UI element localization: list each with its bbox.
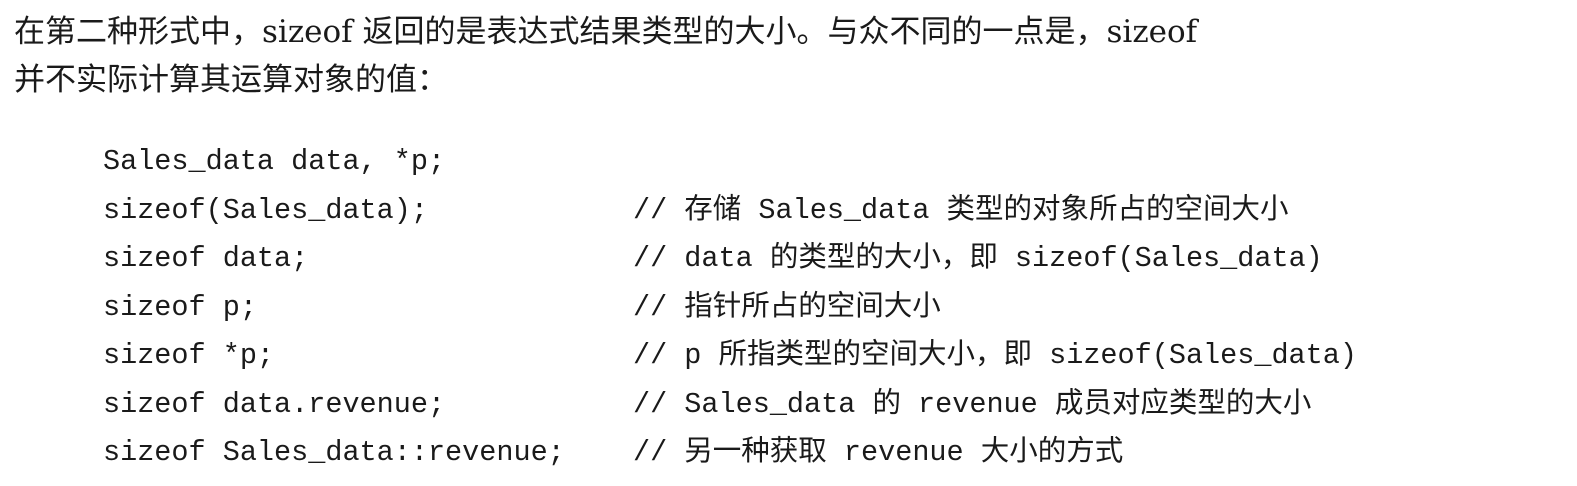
- code-comment: // data 的类型的大小，即 sizeof(Sales_data): [633, 242, 1323, 275]
- code-line: sizeof data; // data 的类型的大小，即 sizeof(Sal…: [103, 235, 1553, 284]
- code-statement: Sales_data data, *p;: [103, 145, 446, 178]
- code-statement: sizeof data.revenue;: [103, 387, 446, 421]
- body-paragraph: 在第二种形式中，sizeof 返回的是表达式结果类型的大小。与众不同的一点是，s…: [14, 8, 1564, 104]
- code-line: Sales_data data, *p;: [103, 138, 1553, 187]
- code-comment: // p 所指类型的空间大小，即 sizeof(Sales_data): [633, 339, 1357, 372]
- paragraph-line-1: 在第二种形式中，sizeof 返回的是表达式结果类型的大小。与众不同的一点是，s…: [14, 14, 1198, 50]
- code-comment: // 另一种获取 revenue 大小的方式: [633, 436, 1124, 469]
- code-statement: sizeof data;: [103, 242, 309, 275]
- code-comment: // 指针所占的空间大小: [633, 290, 941, 324]
- code-statement: sizeof p;: [103, 290, 257, 324]
- code-statement: sizeof *p;: [103, 339, 275, 372]
- code-comment: // 存储 Sales_data 类型的对象所占的空间大小: [633, 193, 1289, 227]
- code-statement: sizeof Sales_data::revenue;: [103, 436, 565, 469]
- document-page: 在第二种形式中，sizeof 返回的是表达式结果类型的大小。与众不同的一点是，s…: [0, 0, 1577, 486]
- code-line: sizeof *p; // p 所指类型的空间大小，即 sizeof(Sales…: [103, 332, 1553, 381]
- code-statement: sizeof(Sales_data);: [103, 193, 428, 227]
- code-line: sizeof Sales_data::revenue; // 另一种获取 rev…: [103, 429, 1553, 478]
- code-line: sizeof data.revenue; // Sales_data 的 rev…: [103, 381, 1553, 430]
- code-line: sizeof p; // 指针所占的空间大小: [103, 284, 1553, 333]
- paragraph-line-2: 并不实际计算其运算对象的值：: [14, 62, 448, 98]
- code-block: Sales_data data, *p; sizeof(Sales_data);…: [103, 138, 1553, 478]
- code-comment: // Sales_data 的 revenue 成员对应类型的大小: [633, 387, 1312, 421]
- code-line: sizeof(Sales_data); // 存储 Sales_data 类型的…: [103, 187, 1553, 236]
